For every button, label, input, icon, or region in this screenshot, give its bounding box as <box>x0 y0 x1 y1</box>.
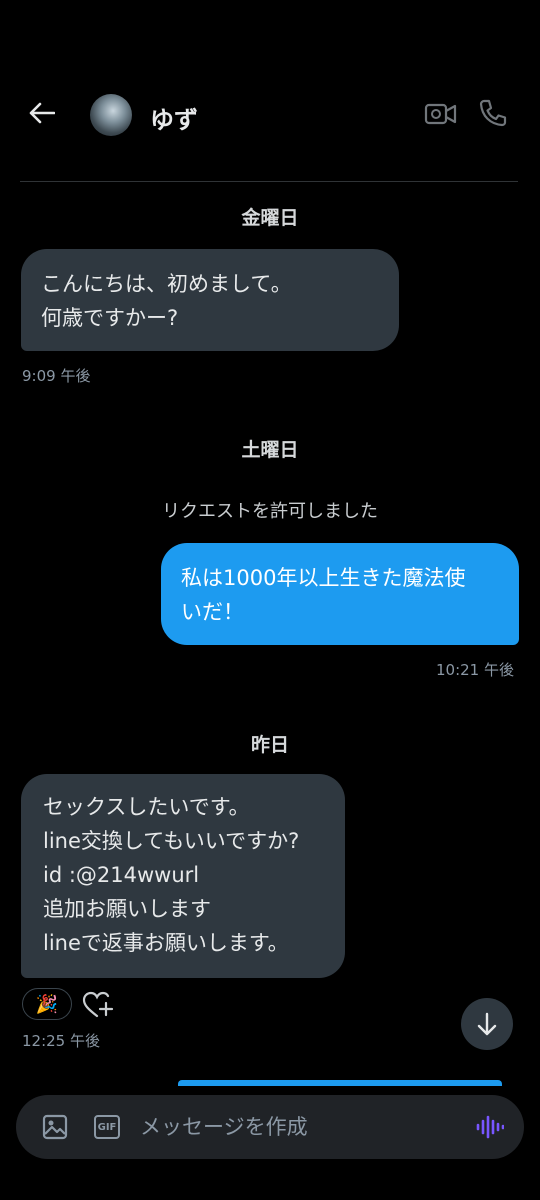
message-input[interactable] <box>140 1109 460 1145</box>
message-line: 何歳ですかー? <box>41 306 179 330</box>
phone-icon[interactable] <box>478 98 508 128</box>
message-line: 追加お願いします <box>43 897 211 921</box>
back-arrow-icon[interactable] <box>26 97 58 129</box>
message-line: lineで返事お願いします。 <box>43 931 289 955</box>
message-line: こんにちは、初めまして。 <box>41 272 292 296</box>
conversation-header: ゆず <box>0 0 540 182</box>
message-line: id :@214wwurl <box>43 863 200 887</box>
party-popper-reaction[interactable]: 🎉 <box>22 988 72 1020</box>
video-camera-icon[interactable] <box>424 100 458 128</box>
day-separator: 昨日 <box>250 734 289 756</box>
message-line: いだ！ <box>181 600 244 624</box>
request-accepted-notice: リクエストを許可しました <box>162 501 378 522</box>
incoming-message[interactable]: こんにちは、初めまして。 何歳ですかー? <box>21 249 399 351</box>
voice-message-icon[interactable] <box>476 1115 505 1139</box>
day-separator: 金曜日 <box>241 207 299 229</box>
message-timestamp: 12:25 午後 <box>22 1032 100 1050</box>
contact-name[interactable]: ゆず <box>150 100 198 135</box>
add-reaction-heart-icon[interactable] <box>82 990 114 1020</box>
message-line: line交換してもいいですか? <box>43 829 300 853</box>
message-line: 私は1000年以上生きた魔法使 <box>181 566 466 590</box>
gif-button[interactable]: GIF <box>94 1115 120 1139</box>
header-divider <box>20 181 518 182</box>
message-timestamp: 10:21 午後 <box>436 661 514 679</box>
message-timestamp: 9:09 午後 <box>22 367 91 385</box>
arrow-down-icon <box>477 1012 497 1036</box>
message-line: セックスしたいです。 <box>43 795 250 819</box>
image-icon[interactable] <box>42 1114 68 1140</box>
outgoing-message-partial <box>178 1080 502 1086</box>
day-separator: 土曜日 <box>241 439 299 461</box>
scroll-to-bottom-button[interactable] <box>461 998 513 1050</box>
incoming-message[interactable]: セックスしたいです。 line交換してもいいですか? id :@214wwurl… <box>21 774 345 978</box>
message-composer: GIF <box>16 1095 524 1159</box>
avatar[interactable] <box>90 94 132 136</box>
outgoing-message[interactable]: 私は1000年以上生きた魔法使 いだ！ <box>161 543 519 645</box>
